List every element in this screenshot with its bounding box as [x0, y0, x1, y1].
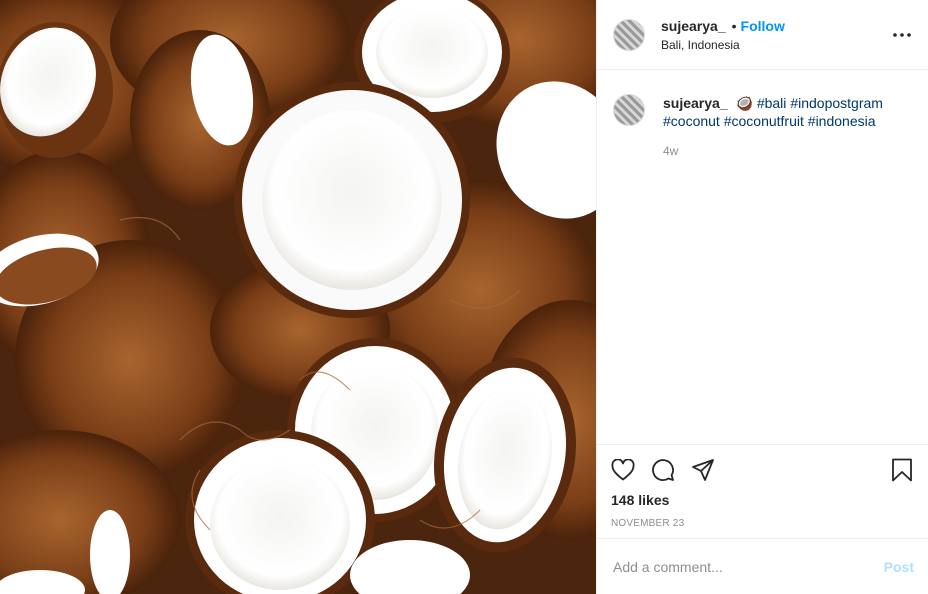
hashtag-bali[interactable]: #bali: [757, 95, 787, 111]
caption-row: sujearya_ 🥥 #bali #indopostgram #coconut…: [613, 94, 912, 130]
comment-input[interactable]: [613, 558, 884, 575]
save-button[interactable]: [890, 458, 914, 482]
more-options-button[interactable]: [890, 23, 914, 47]
username-link[interactable]: sujearya_: [661, 18, 726, 34]
heart-icon: [611, 459, 635, 481]
action-icons: [611, 455, 914, 485]
hashtag-coconutfruit[interactable]: #coconutfruit: [724, 113, 804, 129]
bookmark-icon: [892, 458, 912, 482]
post-date[interactable]: NOVEMBER 23: [611, 518, 914, 529]
comment-icon: [652, 459, 674, 481]
hashtag-coconut[interactable]: #coconut: [663, 113, 720, 129]
post-side-panel: sujearya_ • Follow Bali, Indonesia sujea…: [596, 0, 928, 594]
location-link[interactable]: Bali, Indonesia: [661, 38, 890, 52]
like-button[interactable]: [611, 458, 635, 482]
separator-dot: •: [731, 17, 737, 34]
send-icon: [692, 459, 714, 481]
caption-time[interactable]: 4w: [663, 144, 912, 158]
share-button[interactable]: [691, 458, 715, 482]
caption-avatar[interactable]: [613, 94, 645, 126]
comment-button[interactable]: [651, 458, 675, 482]
post-photo[interactable]: [0, 0, 596, 594]
post-header: sujearya_ • Follow Bali, Indonesia: [597, 0, 928, 70]
coconut-emoji: 🥥: [735, 95, 753, 111]
hashtag-indopostgram[interactable]: #indopostgram: [790, 95, 883, 111]
post-actions: 148 likes NOVEMBER 23: [597, 444, 928, 538]
comments-area: sujearya_ 🥥 #bali #indopostgram #coconut…: [597, 70, 928, 444]
likes-count[interactable]: 148 likes: [611, 492, 914, 508]
coconuts-image: [0, 0, 596, 594]
header-line: sujearya_ • Follow: [661, 18, 890, 34]
more-horizontal-icon: [893, 32, 911, 37]
add-comment-bar: Post: [597, 538, 928, 594]
post-comment-button[interactable]: Post: [884, 559, 914, 575]
caption-text: sujearya_ 🥥 #bali #indopostgram #coconut…: [663, 94, 883, 130]
header-text: sujearya_ • Follow Bali, Indonesia: [661, 18, 890, 52]
instagram-post: sujearya_ • Follow Bali, Indonesia sujea…: [0, 0, 928, 594]
caption-username[interactable]: sujearya_: [663, 95, 728, 111]
avatar[interactable]: [613, 18, 645, 51]
hashtag-indonesia[interactable]: #indonesia: [808, 113, 876, 129]
follow-button[interactable]: Follow: [741, 18, 785, 34]
